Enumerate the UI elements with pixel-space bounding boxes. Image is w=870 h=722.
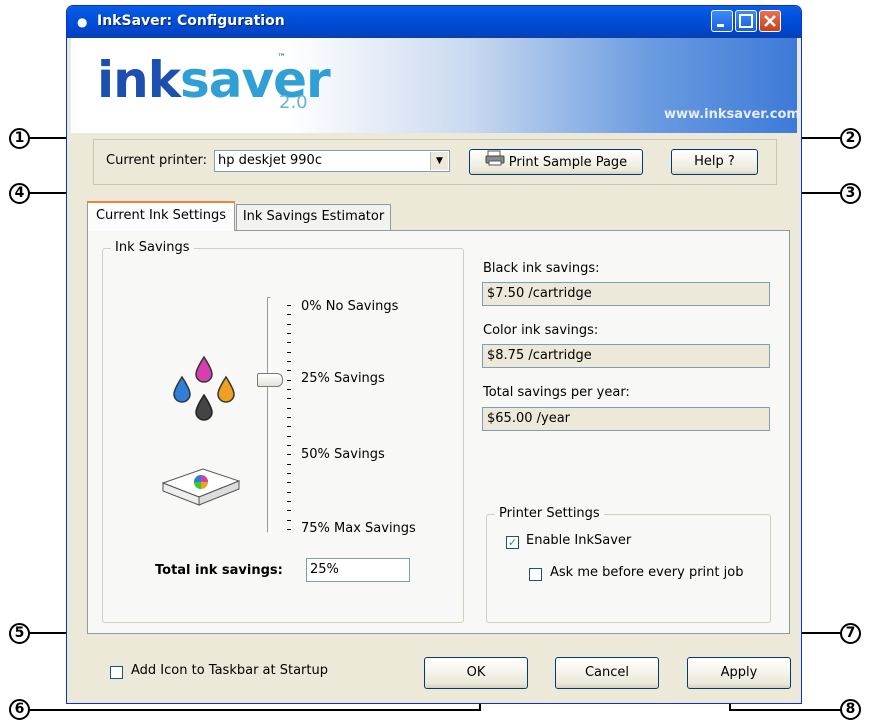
dropdown-arrow-icon[interactable]: ▼ (430, 152, 448, 170)
printer-value: hp deskjet 990c (218, 153, 322, 168)
ink-savings-group-title: Ink Savings (111, 240, 194, 255)
window-title: InkSaver: Configuration (97, 13, 285, 29)
callout-badge: 8 (840, 699, 861, 720)
logo-banner: inksaver ™ 2.0 www.inksaver.com (71, 38, 800, 133)
ask-before-print-checkbox[interactable] (529, 568, 542, 581)
ink-drops-icon (173, 355, 235, 421)
ask-before-print-label[interactable]: Ask me before every print job (550, 565, 743, 580)
ink-drop-icon: ● (77, 15, 88, 29)
black-savings-label: Black ink savings: (483, 261, 600, 276)
enable-inksaver-checkbox[interactable]: ✓ (506, 536, 519, 549)
maximize-icon (739, 14, 753, 28)
slider-tick (287, 333, 291, 334)
level-label: 50% Savings (301, 447, 385, 462)
maximize-button[interactable] (735, 10, 757, 32)
slider-tick (287, 510, 291, 512)
callout-badge: 4 (9, 183, 30, 204)
logo-ink-text: ink (97, 51, 181, 109)
slider-tick (287, 491, 291, 493)
level-label: 25% Savings (301, 371, 385, 386)
taskbar-startup-checkbox[interactable] (110, 666, 123, 679)
title-bar[interactable]: ● InkSaver: Configuration (67, 6, 801, 38)
slider-tick (287, 445, 291, 446)
ink-savings-slider-thumb[interactable] (257, 372, 283, 387)
callout-badge: 3 (840, 183, 861, 204)
slider-tick (287, 323, 291, 325)
print-sample-button[interactable]: Print Sample Page (469, 149, 643, 175)
ok-button[interactable]: OK (424, 657, 528, 689)
slider-tick (287, 519, 291, 521)
callout-badge: 1 (9, 128, 30, 149)
slider-tick (287, 463, 291, 465)
printer-label: Current printer: (106, 153, 207, 168)
slider-tick (287, 435, 291, 437)
level-label: 75% Max Savings (301, 521, 416, 536)
printer-row: Current printer: hp deskjet 990c ▼ Print… (93, 139, 777, 185)
slider-tick (287, 398, 291, 400)
callout-badge: 7 (840, 623, 861, 644)
ink-savings-group: Ink Savings 0% No Savings 25% Savings 50… (102, 240, 464, 623)
slider-tick (287, 417, 291, 418)
slider-tick (287, 454, 291, 456)
printer-settings-group: Printer Settings ✓ Enable InkSaver Ask m… (486, 506, 771, 623)
slider-tick (287, 314, 291, 316)
slider-tick (287, 482, 291, 484)
help-button[interactable]: Help ? (671, 149, 758, 175)
minimize-button[interactable] (711, 10, 733, 32)
callout-badge: 5 (9, 623, 30, 644)
callout-badge: 2 (840, 128, 861, 149)
taskbar-startup-label[interactable]: Add Icon to Taskbar at Startup (131, 663, 328, 678)
print-sample-label: Print Sample Page (508, 155, 628, 170)
config-window: ● InkSaver: Configuration inksaver ™ 2.0… (66, 5, 802, 704)
callout-badge: 6 (9, 699, 30, 720)
tab-ink-savings-estimator[interactable]: Ink Savings Estimator (236, 204, 391, 230)
total-ink-savings-label: Total ink savings: (155, 563, 283, 578)
slider-tick (287, 473, 291, 474)
slider-tick (287, 305, 291, 306)
printer-select[interactable]: hp deskjet 990c ▼ (214, 150, 450, 172)
cancel-button[interactable]: Cancel (555, 657, 659, 689)
logo-version: 2.0 (279, 92, 308, 113)
slider-tick (287, 407, 291, 409)
close-button[interactable] (759, 10, 781, 32)
ink-savings-slider-track[interactable] (267, 297, 271, 533)
level-label: 0% No Savings (301, 299, 399, 314)
slider-tick (287, 529, 291, 530)
website-url: www.inksaver.com (664, 107, 800, 122)
tab-current-ink-settings[interactable]: Current Ink Settings (87, 201, 235, 231)
total-savings-field: $65.00 /year (482, 407, 770, 431)
slider-tick (287, 379, 291, 381)
color-savings-label: Color ink savings: (483, 323, 599, 338)
black-savings-field: $7.50 /cartridge (482, 282, 770, 306)
slider-tick (287, 389, 291, 390)
slider-tick (287, 426, 291, 428)
minimize-icon (717, 24, 724, 27)
checkmark-icon: ✓ (507, 536, 518, 549)
printer-settings-title: Printer Settings (495, 506, 604, 521)
slider-tick (287, 351, 291, 353)
slider-tick (287, 361, 291, 362)
total-ink-savings-field[interactable]: 25% (306, 558, 410, 582)
printer-icon (485, 150, 505, 175)
total-savings-label: Total savings per year: (483, 385, 630, 400)
slider-tick (287, 342, 291, 344)
enable-inksaver-label[interactable]: Enable InkSaver (526, 533, 631, 548)
slider-tick (287, 501, 291, 502)
tab-panel: Ink Savings 0% No Savings 25% Savings 50… (87, 230, 790, 634)
apply-button[interactable]: Apply (687, 657, 791, 689)
color-savings-field: $8.75 /cartridge (482, 344, 770, 368)
paper-stack-icon (161, 468, 241, 506)
close-icon (764, 15, 776, 27)
trademark-mark: ™ (277, 53, 286, 63)
slider-tick (287, 370, 291, 372)
